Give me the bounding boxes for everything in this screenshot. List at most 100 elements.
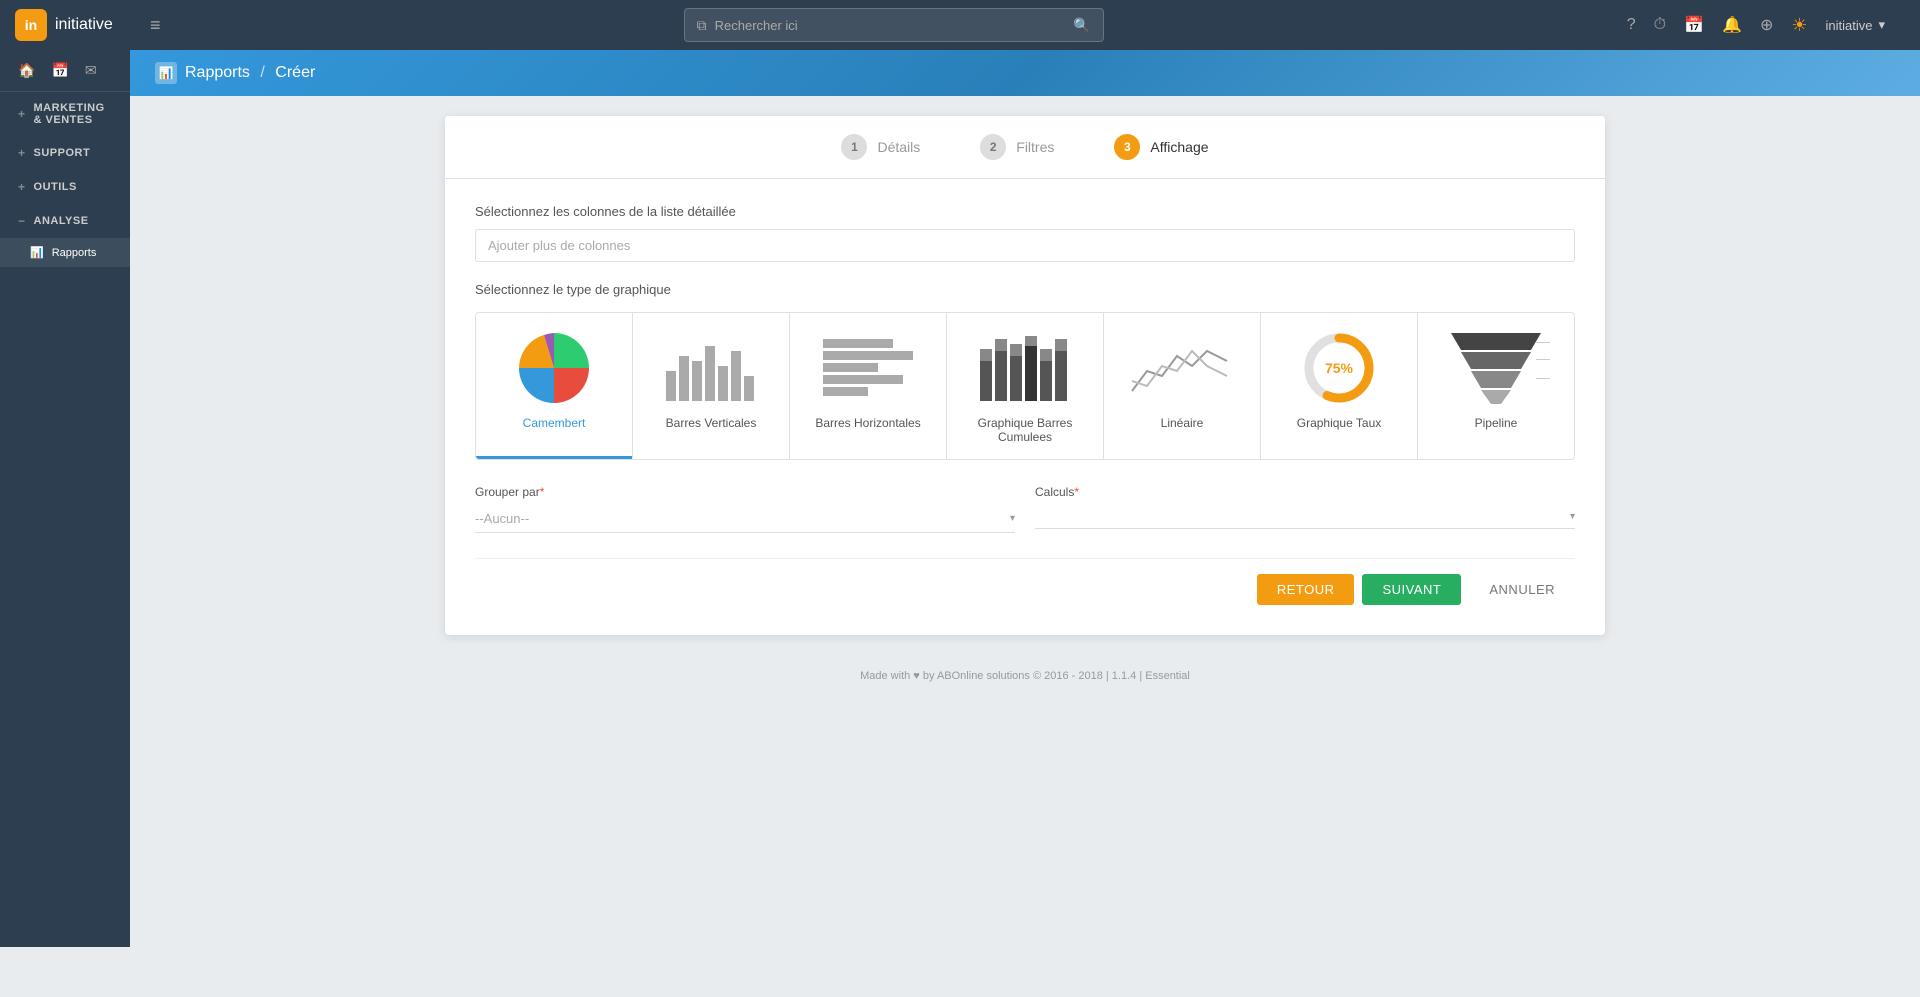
footer-text: Made with ♥ by ABOnline solutions © 2016… bbox=[860, 670, 1190, 682]
nav-icons: ? ⏱ 📅 🔔 ⊕ ☀ initiative ▾ bbox=[1607, 15, 1920, 36]
step-affichage[interactable]: 3 Affichage bbox=[1114, 134, 1208, 160]
next-button[interactable]: SUIVANT bbox=[1362, 574, 1461, 605]
chart-type-camembert[interactable]: Camembert bbox=[476, 313, 633, 459]
chart-type-barres-horizontales[interactable]: Barres Horizontales bbox=[790, 313, 947, 459]
cancel-button[interactable]: ANNULER bbox=[1469, 574, 1575, 605]
taux-label: Graphique Taux bbox=[1297, 416, 1382, 430]
page-header: 📊 Rapports / Créer bbox=[130, 50, 1920, 96]
group-by-value: --Aucun-- bbox=[475, 511, 529, 526]
minus-icon: − bbox=[18, 214, 26, 228]
search-area: ⧉ 🔍 bbox=[181, 8, 1607, 42]
calculs-required: * bbox=[1074, 485, 1079, 499]
step-affichage-label: Affichage bbox=[1150, 139, 1208, 155]
barres-horizontales-label: Barres Horizontales bbox=[815, 416, 920, 430]
svg-text:——: —— bbox=[1536, 356, 1550, 363]
filter-icon: ⧉ bbox=[697, 17, 707, 34]
barres-verticales-label: Barres Verticales bbox=[666, 416, 757, 430]
top-navbar: in initiative ≡ ⧉ 🔍 ? ⏱ 📅 🔔 ⊕ ☀ initiati… bbox=[0, 0, 1920, 50]
camembert-label: Camembert bbox=[523, 416, 586, 430]
calculs-select[interactable]: ▾ bbox=[1035, 505, 1575, 529]
plus-icon-2: + bbox=[18, 146, 26, 160]
app-logo[interactable]: in bbox=[15, 9, 47, 41]
search-icon: 🔍 bbox=[1073, 17, 1090, 34]
breadcrumb-separator: / bbox=[260, 64, 264, 81]
mail-icon[interactable]: ✉ bbox=[77, 58, 105, 83]
sidebar-item-rapports-label: Rapports bbox=[52, 247, 97, 259]
group-by-label: Grouper par* bbox=[475, 485, 1015, 499]
pipeline-label: Pipeline bbox=[1475, 416, 1518, 430]
sidebar-item-support[interactable]: + Support bbox=[0, 136, 130, 170]
group-by-required: * bbox=[540, 485, 545, 499]
back-button[interactable]: RETOUR bbox=[1257, 574, 1355, 605]
add-icon[interactable]: ⊕ bbox=[1760, 15, 1773, 35]
step-filtres-num: 2 bbox=[980, 134, 1006, 160]
sidebar-item-rapports[interactable]: 📊 Rapports bbox=[0, 238, 130, 267]
camembert-preview bbox=[494, 328, 614, 408]
calendar-sidebar-icon[interactable]: 📅 bbox=[43, 58, 76, 83]
calendar-icon[interactable]: 📅 bbox=[1684, 15, 1704, 35]
user-menu[interactable]: initiative ▾ bbox=[1826, 17, 1901, 33]
home-icon[interactable]: 🏠 bbox=[10, 58, 43, 83]
clock-icon[interactable]: ⏱ bbox=[1654, 16, 1666, 34]
hamburger-menu[interactable]: ≡ bbox=[130, 15, 181, 36]
sidebar-item-marketing[interactable]: + Marketing & Ventes bbox=[0, 92, 130, 136]
sidebar-item-analyse[interactable]: − Analyse bbox=[0, 204, 130, 238]
step-details-label: Détails bbox=[877, 139, 920, 155]
svg-text:——: —— bbox=[1536, 375, 1550, 382]
barres-horizontales-preview bbox=[808, 328, 928, 408]
sidebar-item-outils[interactable]: + Outils bbox=[0, 170, 130, 204]
main-content: 1 Détails 2 Filtres 3 Affichage Sélectio… bbox=[130, 96, 1920, 943]
stepper: 1 Détails 2 Filtres 3 Affichage bbox=[445, 116, 1605, 179]
content-area: 📊 Rapports / Créer 1 Détails 2 Filtres 3 bbox=[130, 50, 1920, 947]
taux-preview: 75% bbox=[1279, 328, 1399, 408]
sidebar-item-marketing-label: Marketing & Ventes bbox=[34, 102, 115, 126]
lineaire-label: Linéaire bbox=[1161, 416, 1204, 430]
group-by-select[interactable]: --Aucun-- ▾ bbox=[475, 505, 1015, 533]
columns-placeholder: Ajouter plus de colonnes bbox=[488, 238, 630, 253]
chart-type-lineaire[interactable]: Linéaire bbox=[1104, 313, 1261, 459]
step-filtres[interactable]: 2 Filtres bbox=[980, 134, 1054, 160]
search-box[interactable]: ⧉ 🔍 bbox=[684, 8, 1104, 42]
help-icon[interactable]: ? bbox=[1627, 16, 1636, 34]
group-by-field: Grouper par* --Aucun-- ▾ bbox=[475, 485, 1015, 533]
chart-types-container: Camembert bbox=[475, 312, 1575, 460]
bell-icon[interactable]: 🔔 bbox=[1722, 15, 1742, 35]
user-status-icon: ☀ bbox=[1791, 15, 1807, 36]
breadcrumb: Rapports / Créer bbox=[185, 64, 315, 82]
step-details[interactable]: 1 Détails bbox=[841, 134, 920, 160]
search-input[interactable] bbox=[715, 18, 1066, 33]
page-footer: Made with ♥ by ABOnline solutions © 2016… bbox=[150, 655, 1900, 697]
columns-input[interactable]: Ajouter plus de colonnes bbox=[475, 229, 1575, 262]
sidebar-item-analyse-label: Analyse bbox=[34, 215, 89, 227]
columns-section-label: Sélectionnez les colonnes de la liste dé… bbox=[475, 204, 1575, 219]
logo-area: in initiative bbox=[0, 9, 130, 41]
form-actions: RETOUR SUIVANT ANNULER bbox=[475, 558, 1575, 605]
sidebar-quick-icons: 🏠 📅 ✉ bbox=[0, 50, 130, 92]
page-header-icon: 📊 bbox=[155, 62, 177, 84]
sidebar-item-outils-label: Outils bbox=[34, 181, 77, 193]
app-name: initiative bbox=[55, 16, 113, 34]
breadcrumb-current: Créer bbox=[275, 64, 315, 81]
chart-type-barres-cumulees[interactable]: Graphique Barres Cumulees bbox=[947, 313, 1104, 459]
group-by-arrow: ▾ bbox=[1010, 513, 1015, 524]
breadcrumb-parent[interactable]: Rapports bbox=[185, 64, 250, 81]
plus-icon: + bbox=[18, 107, 26, 121]
step-affichage-num: 3 bbox=[1114, 134, 1140, 160]
barres-cumulees-preview bbox=[965, 328, 1085, 408]
chart-type-barres-verticales[interactable]: Barres Verticales bbox=[633, 313, 790, 459]
barres-verticales-preview bbox=[651, 328, 771, 408]
sidebar: 🏠 📅 ✉ + Marketing & Ventes + Support + O… bbox=[0, 50, 130, 947]
pipeline-preview: —— —— —— bbox=[1436, 328, 1556, 408]
chart-type-pipeline[interactable]: —— —— —— Pipeline bbox=[1418, 313, 1574, 459]
sidebar-menu: + Marketing & Ventes + Support + Outils … bbox=[0, 92, 130, 267]
plus-icon-3: + bbox=[18, 180, 26, 194]
form-card: 1 Détails 2 Filtres 3 Affichage Sélectio… bbox=[445, 116, 1605, 635]
chart-type-taux[interactable]: 75% Graphique Taux bbox=[1261, 313, 1418, 459]
calculs-field: Calculs* ▾ bbox=[1035, 485, 1575, 533]
calculs-label: Calculs* bbox=[1035, 485, 1575, 499]
step-details-num: 1 bbox=[841, 134, 867, 160]
svg-text:——: —— bbox=[1536, 339, 1550, 346]
username: initiative bbox=[1826, 18, 1873, 33]
user-dropdown-arrow: ▾ bbox=[1878, 17, 1885, 33]
fields-row: Grouper par* --Aucun-- ▾ Calculs* bbox=[475, 485, 1575, 533]
